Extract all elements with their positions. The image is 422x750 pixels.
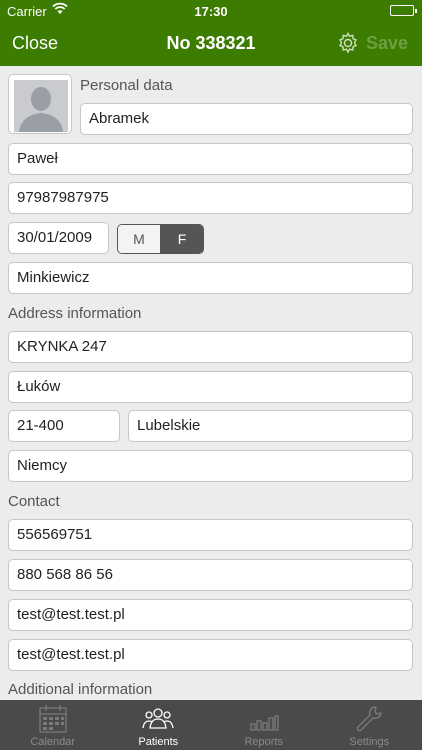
battery-icon [390, 5, 417, 16]
first-name-field[interactable]: Paweł [8, 143, 413, 175]
tab-label: Calendar [30, 736, 76, 748]
phone-field-2[interactable]: 880 568 86 56 [8, 559, 413, 591]
calendar-icon [37, 704, 69, 734]
gender-segmented-control: M F [117, 224, 204, 254]
nav-bar: Close No 338321 Save [0, 22, 422, 66]
additional-info-heading: Additional information [8, 681, 153, 698]
save-button[interactable]: Save [366, 33, 408, 54]
settings-icon [353, 704, 385, 734]
email-field-2[interactable]: test@test.test.pl [8, 639, 413, 671]
tab-label: Patients [138, 736, 179, 748]
gender-option-f[interactable]: F [161, 225, 203, 253]
other-name-field[interactable]: Minkiewicz [8, 262, 413, 294]
address-heading: Address information [8, 305, 142, 322]
email-field-1[interactable]: test@test.test.pl [8, 599, 413, 631]
tab-label: Reports [244, 736, 284, 748]
country-field[interactable]: Niemcy [8, 450, 413, 482]
gender-option-m[interactable]: M [118, 225, 161, 253]
personal-data-heading: Personal data [80, 77, 173, 94]
avatar[interactable] [8, 74, 72, 134]
tab-label: Settings [349, 736, 390, 748]
gear-icon[interactable] [336, 31, 360, 55]
pesel-field[interactable]: 97987987975 [8, 182, 413, 214]
status-time: 17:30 [194, 4, 228, 19]
last-name-field[interactable]: Abramek [80, 103, 413, 135]
status-bar: Carrier 17:30 [0, 0, 422, 22]
region-field[interactable]: Lubelskie [128, 410, 413, 442]
reports-icon [248, 704, 280, 734]
tab-reports[interactable]: Reports [211, 700, 317, 750]
patient-form: Personal data Abramek Paweł 97987987975 … [0, 66, 422, 700]
street-field[interactable]: KRYNKA 247 [8, 331, 413, 363]
postal-code-field[interactable]: 21-400 [8, 410, 120, 442]
city-field[interactable]: Łuków [8, 371, 413, 403]
tab-bar: Calendar Patients Reports Settings [0, 700, 422, 750]
tab-patients[interactable]: Patients [106, 700, 212, 750]
tab-calendar[interactable]: Calendar [0, 700, 106, 750]
phone-field-1[interactable]: 556569751 [8, 519, 413, 551]
close-button[interactable]: Close [12, 33, 58, 54]
tab-settings[interactable]: Settings [317, 700, 422, 750]
birth-date-field[interactable]: 30/01/2009 [8, 222, 109, 254]
contact-heading: Contact [8, 493, 60, 510]
patients-icon [142, 704, 174, 734]
